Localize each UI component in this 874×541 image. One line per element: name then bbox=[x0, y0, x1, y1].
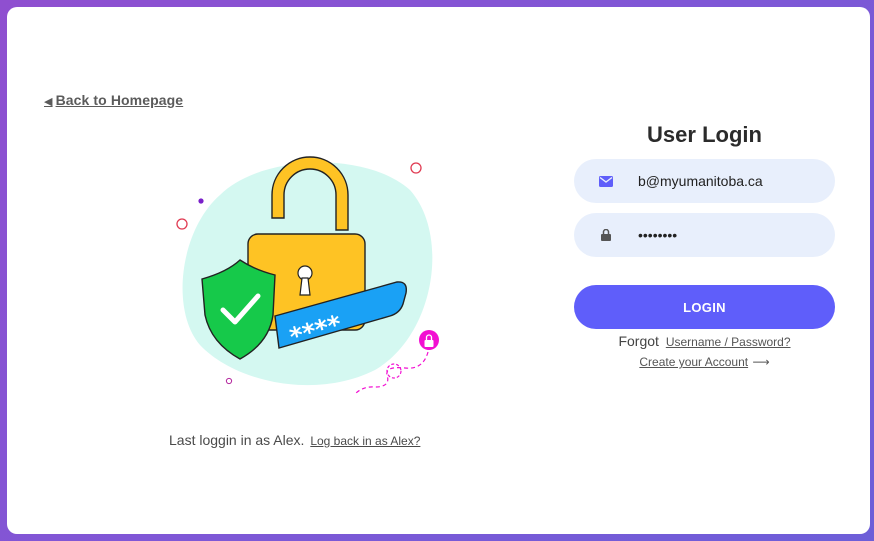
email-field-container[interactable] bbox=[574, 159, 835, 203]
padlock-illustration: **** bbox=[176, 156, 439, 395]
lock-icon bbox=[598, 227, 614, 243]
forgot-username-password-link[interactable]: Username / Password? bbox=[666, 335, 791, 349]
forgot-prefix: Forgot bbox=[618, 333, 659, 349]
password-input[interactable] bbox=[636, 226, 830, 244]
back-to-homepage-link[interactable]: ◀ Back to Homepage bbox=[44, 92, 183, 108]
back-link-label: Back to Homepage bbox=[55, 92, 184, 108]
arrow-right-icon: ⟶ bbox=[752, 355, 770, 369]
login-button[interactable]: LOGIN bbox=[574, 285, 835, 329]
last-login-note: Last loggin in as Alex. Log back in as A… bbox=[169, 432, 420, 448]
email-icon bbox=[598, 173, 614, 189]
last-login-text: Last loggin in as Alex. bbox=[169, 432, 305, 448]
create-account-link[interactable]: Create your Account bbox=[639, 355, 748, 369]
log-back-in-link[interactable]: Log back in as Alex? bbox=[310, 434, 420, 448]
email-input[interactable] bbox=[636, 172, 830, 190]
create-account-row: Create your Account ⟶ bbox=[574, 355, 835, 369]
forgot-credentials: Forgot Username / Password? bbox=[574, 333, 835, 349]
triangle-left-icon: ◀ bbox=[44, 96, 53, 108]
page-title: User Login bbox=[647, 122, 762, 147]
password-field-container[interactable] bbox=[574, 213, 835, 257]
